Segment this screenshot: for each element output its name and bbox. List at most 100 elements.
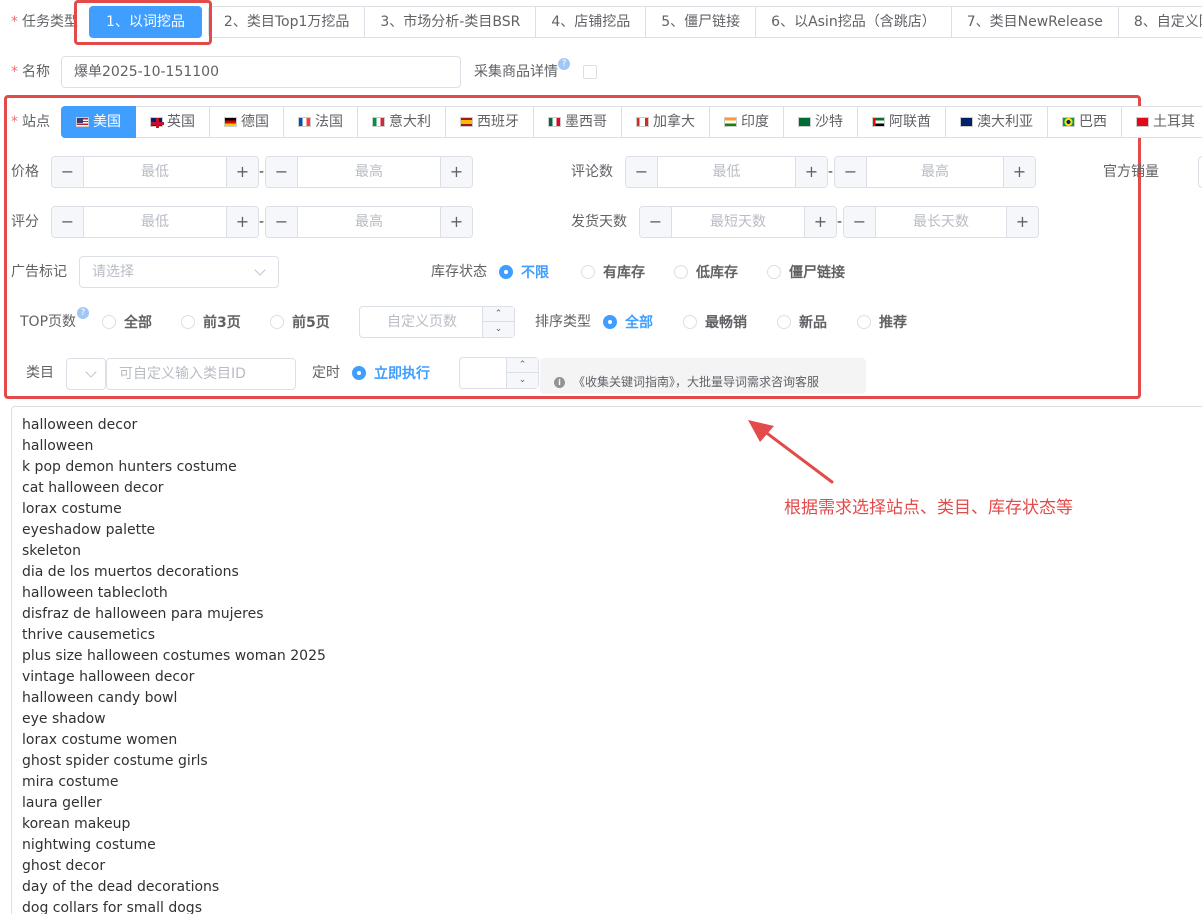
help-icon: ?	[558, 58, 570, 70]
site-tab-label: 阿联酋	[889, 114, 931, 130]
plus-icon[interactable]: +	[440, 207, 472, 237]
site-tab-ae[interactable]: 阿联酋	[858, 106, 946, 138]
site-tab-label: 西班牙	[477, 114, 519, 130]
plus-icon[interactable]: +	[1003, 157, 1035, 187]
price-max-input[interactable]: 最高	[298, 157, 440, 187]
tab-category-new-release[interactable]: 7、类目NewRelease	[951, 6, 1119, 38]
tab-market-analysis-bsr[interactable]: 3、市场分析-类目BSR	[365, 6, 537, 38]
site-tab-br[interactable]: 巴西	[1048, 106, 1122, 138]
tab-category-top10k[interactable]: 2、类目Top1万挖品	[207, 6, 366, 38]
site-tab-label: 印度	[741, 114, 769, 130]
keyword-line: day of the dead decorations	[22, 879, 220, 895]
top-pages-custom-input[interactable]: 自定义页数 ⌃ ⌄	[359, 306, 515, 338]
sort-radio-all[interactable]: 全部	[603, 312, 653, 332]
ship-days-min-input[interactable]: 最短天数	[672, 207, 804, 237]
tab-asin-mining[interactable]: 6、以Asin挖品（含跳店）	[756, 6, 952, 38]
site-tab-label: 沙特	[815, 114, 843, 130]
minus-icon[interactable]: −	[835, 157, 867, 187]
site-tab-fr[interactable]: 法国	[284, 106, 358, 138]
name-input[interactable]: 爆单2025-10-151100	[61, 56, 461, 88]
ship-days-max-input[interactable]: 最长天数	[876, 207, 1006, 237]
site-tab-it[interactable]: 意大利	[358, 106, 446, 138]
help-icon: ?	[77, 307, 89, 319]
minus-icon[interactable]: −	[52, 157, 84, 187]
keyword-line: ghost decor	[22, 858, 106, 874]
price-min-stepper[interactable]: − 最低 +	[51, 156, 259, 188]
top-pages-radio-all[interactable]: 全部	[102, 312, 152, 332]
schedule-radio-now[interactable]: 立即执行	[352, 363, 430, 383]
category-label: 类目	[26, 365, 54, 381]
plus-icon[interactable]: +	[1006, 207, 1038, 237]
tab-keyword-mining[interactable]: 1、以词挖品	[89, 6, 202, 38]
reviews-max-stepper[interactable]: − 最高 +	[834, 156, 1036, 188]
plus-icon[interactable]: +	[804, 207, 836, 237]
minus-icon[interactable]: −	[266, 207, 298, 237]
sort-radio-recommended[interactable]: 推荐	[857, 312, 907, 332]
chevron-up-icon[interactable]: ⌃	[507, 358, 538, 373]
info-icon: i	[554, 377, 565, 388]
reviews-min-input[interactable]: 最低	[658, 157, 795, 187]
site-tab-tr[interactable]: 土耳其	[1122, 106, 1202, 138]
schedule-stepper[interactable]: ⌃ ⌄	[459, 357, 539, 389]
minus-icon[interactable]: −	[52, 207, 84, 237]
chevron-up-icon[interactable]: ⌃	[483, 307, 514, 322]
minus-icon[interactable]: −	[640, 207, 672, 237]
category-id-input[interactable]: 可自定义输入类目ID	[106, 358, 296, 390]
price-min-input[interactable]: 最低	[84, 157, 226, 187]
chevron-down-icon[interactable]: ⌄	[483, 322, 514, 337]
plus-icon[interactable]: +	[226, 157, 258, 187]
minus-icon[interactable]: −	[844, 207, 876, 237]
rating-label: 评分	[11, 214, 39, 230]
site-tab-mx[interactable]: 墨西哥	[534, 106, 622, 138]
site-tab-es[interactable]: 西班牙	[446, 106, 534, 138]
top-pages-radio-5[interactable]: 前5页	[270, 312, 330, 332]
site-tab-in[interactable]: 印度	[710, 106, 784, 138]
rating-max-input[interactable]: 最高	[298, 207, 440, 237]
stock-radio-any[interactable]: 不限	[499, 262, 549, 282]
plus-icon[interactable]: +	[226, 207, 258, 237]
keyword-guide-text[interactable]: 《收集关键词指南》，大批量导词需求咨询客服	[573, 375, 819, 389]
reviews-min-stepper[interactable]: − 最低 +	[625, 156, 828, 188]
sa-flag-icon	[798, 117, 811, 127]
site-tab-us[interactable]: 美国	[61, 106, 136, 138]
price-max-stepper[interactable]: − 最高 +	[265, 156, 473, 188]
site-label: * 站点	[11, 114, 50, 130]
site-tab-sa[interactable]: 沙特	[784, 106, 858, 138]
minus-icon[interactable]: −	[266, 157, 298, 187]
top-pages-radio-3[interactable]: 前3页	[181, 312, 241, 332]
reviews-max-input[interactable]: 最高	[867, 157, 1003, 187]
rating-max-stepper[interactable]: − 最高 +	[265, 206, 473, 238]
plus-icon[interactable]: +	[440, 157, 472, 187]
es-flag-icon	[460, 117, 473, 127]
collect-details-checkbox[interactable]	[583, 65, 597, 79]
tab-zombie-links[interactable]: 5、僵尸链接	[646, 6, 757, 38]
category-select[interactable]	[66, 358, 106, 390]
official-sales-input[interactable]	[1198, 156, 1202, 188]
site-tab-de[interactable]: 德国	[210, 106, 284, 138]
site-tab-au[interactable]: 澳大利亚	[946, 106, 1048, 138]
chevron-down-icon[interactable]: ⌄	[507, 373, 538, 388]
ship-days-max-stepper[interactable]: − 最长天数 +	[843, 206, 1039, 238]
spinner-arrows[interactable]: ⌃ ⌄	[482, 307, 514, 337]
site-tab-ca[interactable]: 加拿大	[622, 106, 710, 138]
keyword-line: halloween candy bowl	[22, 690, 178, 706]
ad-tag-select[interactable]: 请选择	[79, 256, 279, 288]
minus-icon[interactable]: −	[626, 157, 658, 187]
rating-min-input[interactable]: 最低	[84, 207, 226, 237]
tab-custom-url[interactable]: 8、自定义网址	[1118, 6, 1202, 38]
stock-radio-zombie[interactable]: 僵尸链接	[767, 262, 845, 282]
ca-flag-icon	[636, 117, 649, 127]
keywords-textarea[interactable]: halloween decor halloween k pop demon hu…	[11, 406, 1202, 914]
plus-icon[interactable]: +	[795, 157, 827, 187]
ship-days-min-stepper[interactable]: − 最短天数 +	[639, 206, 837, 238]
de-flag-icon	[224, 117, 237, 127]
spinner-arrows[interactable]: ⌃ ⌄	[506, 358, 538, 388]
stock-radio-low-stock[interactable]: 低库存	[674, 262, 738, 282]
site-tab-uk[interactable]: 英国	[136, 106, 210, 138]
sort-radio-new[interactable]: 新品	[777, 312, 827, 332]
name-label: * 名称	[11, 64, 50, 80]
stock-radio-in-stock[interactable]: 有库存	[581, 262, 645, 282]
rating-min-stepper[interactable]: − 最低 +	[51, 206, 259, 238]
sort-radio-best-seller[interactable]: 最畅销	[683, 312, 747, 332]
tab-store-mining[interactable]: 4、店铺挖品	[536, 6, 647, 38]
